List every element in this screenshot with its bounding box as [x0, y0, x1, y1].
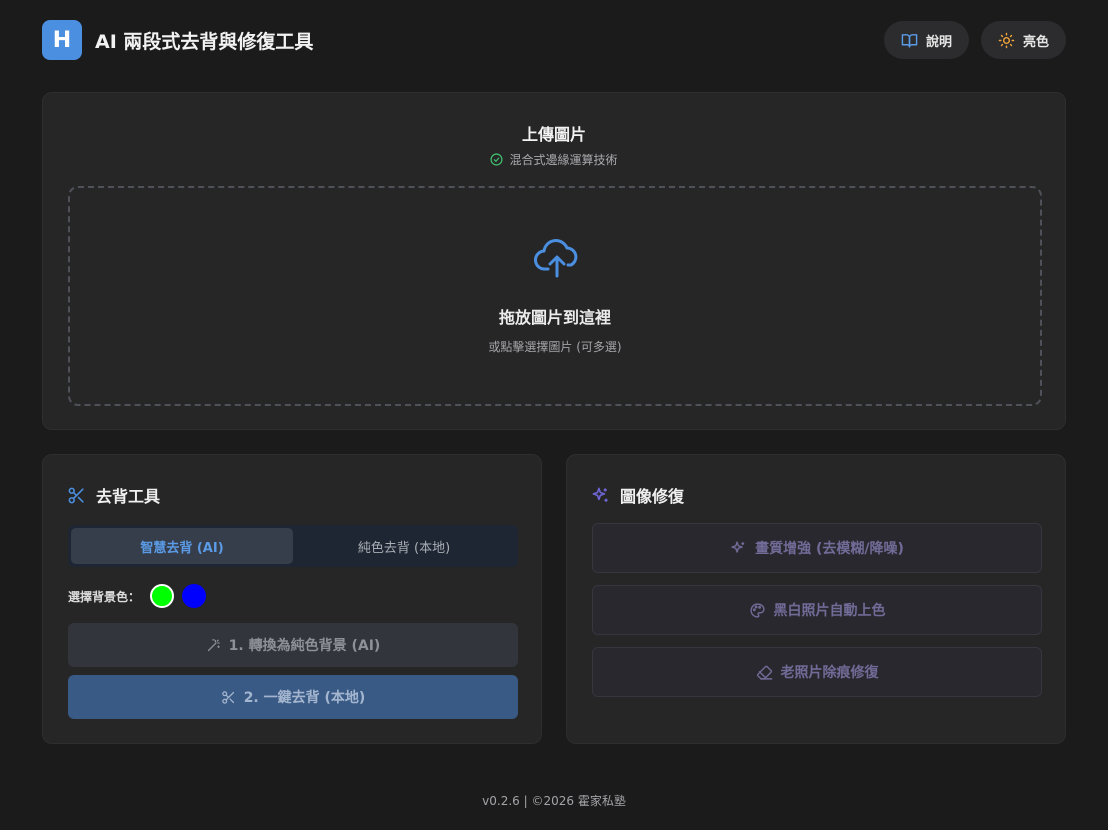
upload-subtitle: 混合式邊緣運算技術 — [43, 151, 1065, 168]
convert-solid-background-button[interactable]: 1. 轉換為純色背景 (AI) — [68, 623, 518, 667]
background-removal-title: 去背工具 — [96, 487, 161, 506]
background-removal-header: 去背工具 — [67, 483, 160, 507]
background-color-label: 選擇背景色： — [68, 589, 141, 604]
image-restoration-header: 圖像修復 — [591, 483, 684, 507]
theme-label: 亮色 — [1022, 34, 1049, 50]
removal-mode-tabs: 智慧去背 (AI) 純色去背 (本地) — [68, 525, 518, 567]
green-swatch[interactable] — [150, 584, 175, 608]
brand: H AI 兩段式去背與修復工具 — [42, 20, 313, 60]
tab-solid-removal[interactable]: 純色去背 (本地) — [293, 528, 515, 564]
scratch-repair-button[interactable]: 老照片除痕修復 — [592, 647, 1042, 697]
magic-wand-icon — [207, 638, 220, 651]
upload-title: 上傳圖片 — [521, 125, 586, 144]
footer-version: v0.2.6 | ©2026 霍家私塾 — [482, 794, 626, 808]
theme-toggle-button[interactable]: 亮色 — [980, 21, 1066, 59]
scissors-icon — [68, 487, 84, 503]
background-color-picker: 選擇背景色： — [68, 583, 207, 609]
remove-button-label: 2. 一鍵去背 (本地) — [243, 690, 366, 706]
image-dropzone[interactable]: 拖放圖片到這裡 或點擊選擇圖片 (可多選) — [68, 186, 1042, 406]
enhance-quality-button[interactable]: 畫質增強 (去模糊/降噪) — [592, 523, 1042, 573]
check-circle-icon — [490, 153, 504, 166]
eraser-icon — [756, 665, 772, 680]
sun-icon — [998, 32, 1015, 48]
upload-subtitle-text: 混合式邊緣運算技術 — [509, 153, 618, 167]
header-actions: 說明 亮色 — [883, 21, 1066, 59]
help-button[interactable]: 說明 — [883, 21, 969, 59]
scissors-icon — [221, 690, 234, 704]
cloud-upload-icon — [534, 239, 578, 278]
scratch-repair-label: 老照片除痕修復 — [780, 665, 879, 681]
app-logo: H — [42, 20, 82, 60]
blue-swatch[interactable] — [182, 584, 207, 608]
app-title: AI 兩段式去背與修復工具 — [95, 30, 314, 53]
sparkles-icon — [731, 540, 745, 553]
upload-card: 上傳圖片 混合式邊緣運算技術 拖放圖片到這裡 或點擊選擇圖片 (可多選) — [42, 92, 1066, 430]
drop-subtitle: 或點擊選擇圖片 (可多選) — [488, 340, 622, 354]
app-header: H AI 兩段式去背與修復工具 說明 亮色 — [42, 20, 1066, 60]
book-icon — [901, 33, 918, 48]
one-click-remove-button[interactable]: 2. 一鍵去背 (本地) — [68, 675, 518, 719]
help-label: 說明 — [925, 34, 952, 50]
tab-ai-removal[interactable]: 智慧去背 (AI) — [71, 528, 293, 564]
image-restoration-title: 圖像修復 — [620, 487, 685, 506]
drop-title: 拖放圖片到這裡 — [498, 308, 611, 327]
image-restoration-card: 圖像修復 畫質增強 (去模糊/降噪) 黑白照片自動上色 老照片除痕修復 — [566, 454, 1066, 744]
colorize-photo-label: 黑白照片自動上色 — [773, 603, 886, 619]
sparkles-icon — [592, 487, 608, 502]
enhance-quality-label: 畫質增強 (去模糊/降噪) — [755, 541, 904, 557]
background-removal-card: 去背工具 智慧去背 (AI) 純色去背 (本地) 選擇背景色： 1. 轉換為純色… — [42, 454, 542, 744]
colorize-photo-button[interactable]: 黑白照片自動上色 — [592, 585, 1042, 635]
palette-icon — [749, 602, 765, 618]
convert-button-label: 1. 轉換為純色背景 (AI) — [228, 638, 381, 654]
